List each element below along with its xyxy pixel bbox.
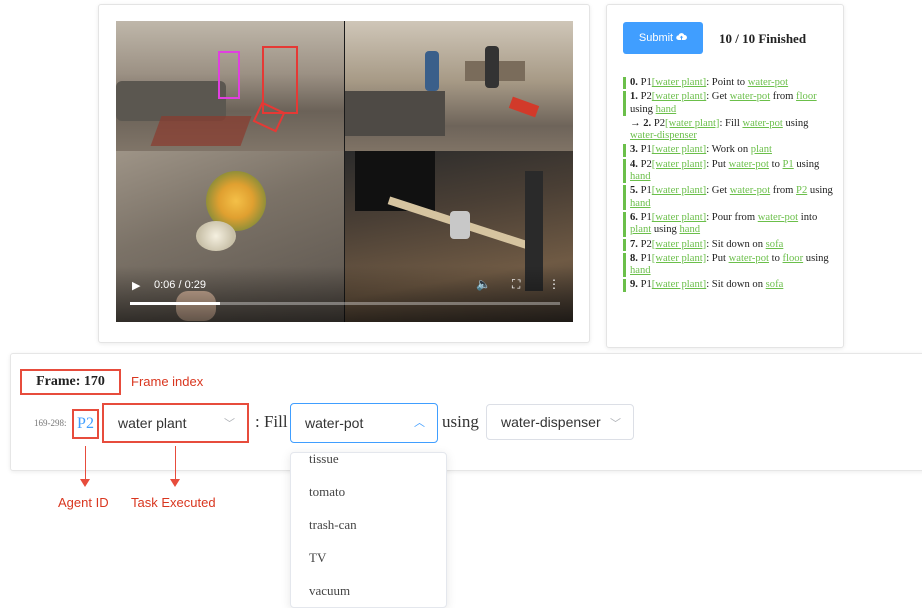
video-time: 0:06 / 0:29 bbox=[154, 279, 206, 291]
task-link[interactable]: [water plant] bbox=[652, 212, 706, 223]
object-link[interactable]: sofa bbox=[766, 279, 784, 290]
chevron-up-icon: ︿ bbox=[414, 416, 425, 429]
tool-select[interactable]: water-dispenser ﹀ bbox=[486, 404, 634, 440]
finished-count: 10 / 10 Finished bbox=[719, 31, 807, 46]
object-link[interactable]: floor bbox=[796, 91, 817, 102]
dropdown-option[interactable]: TV bbox=[291, 541, 446, 574]
task-index: 5. bbox=[630, 185, 641, 197]
task-item[interactable]: → 2. P2[water plant]: Fill water-pot usi… bbox=[623, 118, 833, 143]
task-link[interactable]: [water plant] bbox=[652, 239, 706, 250]
task-list: 0. P1[water plant]: Point to water-pot 1.… bbox=[623, 77, 833, 294]
play-icon[interactable]: ▶ bbox=[132, 279, 140, 292]
object-link[interactable]: hand bbox=[679, 224, 700, 235]
object-link[interactable]: water-pot bbox=[730, 185, 770, 196]
task-item[interactable]: 0. P1[water plant]: Point to water-pot bbox=[623, 77, 833, 90]
video-player[interactable]: ▶ 0:06 / 0:29 🔈 ⛶ ⋮ bbox=[116, 21, 573, 322]
video-progress-fill bbox=[130, 302, 221, 305]
task-index: 4. bbox=[630, 158, 641, 170]
task-item[interactable]: 4. P2[water plant]: Put water-pot to P1 … bbox=[623, 158, 833, 184]
chevron-down-icon: ﹀ bbox=[610, 417, 621, 430]
task-select[interactable]: water plant ﹀ bbox=[102, 403, 249, 443]
object-link[interactable]: P2 bbox=[796, 185, 807, 196]
object-link[interactable]: hand bbox=[630, 171, 651, 182]
object-link[interactable]: water-pot bbox=[729, 159, 769, 170]
task-link[interactable]: [water plant] bbox=[652, 159, 706, 170]
agent-id-arrow bbox=[85, 446, 86, 480]
agent-id-annotation: Agent ID bbox=[58, 495, 109, 510]
camera-view-top-right bbox=[345, 21, 573, 171]
task-index: → 2. bbox=[630, 117, 654, 129]
object-select-value: water-pot bbox=[305, 415, 364, 431]
task-executed-annotation: Task Executed bbox=[131, 495, 216, 510]
frame-index-annotation: Frame index bbox=[131, 374, 204, 389]
agent-id[interactable]: P2 bbox=[72, 409, 99, 439]
task-item[interactable]: 6. P1[water plant]: Pour from water-pot … bbox=[623, 211, 833, 237]
action-word: : Fill bbox=[255, 412, 288, 431]
task-select-value: water plant bbox=[118, 415, 187, 431]
task-item[interactable]: 1. P2[water plant]: Get water-pot from f… bbox=[623, 91, 833, 116]
task-link[interactable]: [water plant] bbox=[652, 91, 706, 102]
chevron-down-icon: ﹀ bbox=[224, 417, 235, 430]
object-link[interactable]: hand bbox=[630, 198, 651, 209]
object-link[interactable]: water-dispenser bbox=[630, 130, 697, 141]
task-link[interactable]: [water plant] bbox=[665, 118, 719, 129]
task-item[interactable]: 8. P1[water plant]: Put water-pot to flo… bbox=[623, 252, 833, 278]
using-word: using bbox=[442, 412, 479, 431]
task-index: 8. bbox=[630, 252, 641, 264]
task-link[interactable]: [water plant] bbox=[652, 253, 706, 264]
task-item[interactable]: 9. P1[water plant]: Sit down on sofa bbox=[623, 279, 833, 292]
task-index: 3. bbox=[630, 144, 641, 156]
object-link[interactable]: sofa bbox=[766, 239, 784, 250]
camera-view-top-left bbox=[116, 21, 344, 171]
task-index: 1. bbox=[630, 91, 641, 103]
object-link[interactable]: water-pot bbox=[729, 253, 769, 264]
agent-id-arrow-head bbox=[80, 479, 90, 487]
object-link[interactable]: floor bbox=[783, 253, 804, 264]
task-index: 6. bbox=[630, 211, 641, 223]
object-link[interactable]: plant bbox=[630, 224, 651, 235]
fullscreen-icon[interactable]: ⛶ bbox=[512, 277, 520, 292]
more-icon[interactable]: ⋮ bbox=[548, 277, 560, 291]
task-link[interactable]: [water plant] bbox=[652, 185, 706, 196]
object-link[interactable]: water-pot bbox=[758, 212, 798, 223]
task-index: 0. bbox=[630, 77, 641, 88]
video-progress-bar[interactable] bbox=[130, 302, 560, 305]
task-link[interactable]: [water plant] bbox=[652, 77, 706, 88]
task-link[interactable]: [water plant] bbox=[652, 279, 706, 290]
object-link[interactable]: plant bbox=[751, 144, 772, 155]
dropdown-option[interactable]: vacuum bbox=[291, 574, 446, 607]
frame-title: Frame: 170 bbox=[20, 369, 121, 395]
object-dropdown-menu: tissue tomato trash-can TV vacuum bbox=[290, 452, 447, 608]
frame-range: 169-298: bbox=[34, 418, 67, 428]
task-link[interactable]: [water plant] bbox=[652, 144, 706, 155]
object-link[interactable]: water-pot bbox=[742, 118, 782, 129]
task-arrow bbox=[175, 446, 176, 480]
task-arrow-head bbox=[170, 479, 180, 487]
object-link[interactable]: water-pot bbox=[730, 91, 770, 102]
task-item[interactable]: 5. P1[water plant]: Get water-pot from P… bbox=[623, 185, 833, 210]
cloud-upload-icon bbox=[676, 32, 688, 44]
dropdown-option[interactable]: tissue bbox=[291, 453, 446, 475]
task-index: 7. bbox=[630, 238, 641, 250]
object-link[interactable]: hand bbox=[656, 104, 677, 115]
dropdown-option[interactable]: trash-can bbox=[291, 508, 446, 541]
tool-select-value: water-dispenser bbox=[501, 414, 601, 430]
volume-icon[interactable]: 🔈 bbox=[476, 277, 491, 291]
submit-label: Submit bbox=[638, 32, 674, 44]
submit-button[interactable]: Submit bbox=[623, 22, 703, 54]
task-item[interactable]: 7. P2[water plant]: Sit down on sofa bbox=[623, 238, 833, 251]
object-link[interactable]: water-pot bbox=[748, 77, 788, 88]
task-panel: Submit 10 / 10 Finished 0. P1[water plan… bbox=[606, 4, 844, 348]
task-index: 9. bbox=[630, 279, 641, 291]
person-bounding-box bbox=[218, 51, 240, 99]
video-controls: ▶ 0:06 / 0:29 🔈 ⛶ ⋮ bbox=[116, 266, 573, 322]
task-item[interactable]: 3. P1[water plant]: Work on plant bbox=[623, 144, 833, 157]
dropdown-option[interactable]: tomato bbox=[291, 475, 446, 508]
object-link[interactable]: hand bbox=[630, 265, 651, 276]
object-link[interactable]: P1 bbox=[783, 159, 794, 170]
object-select[interactable]: water-pot ︿ bbox=[290, 403, 438, 443]
